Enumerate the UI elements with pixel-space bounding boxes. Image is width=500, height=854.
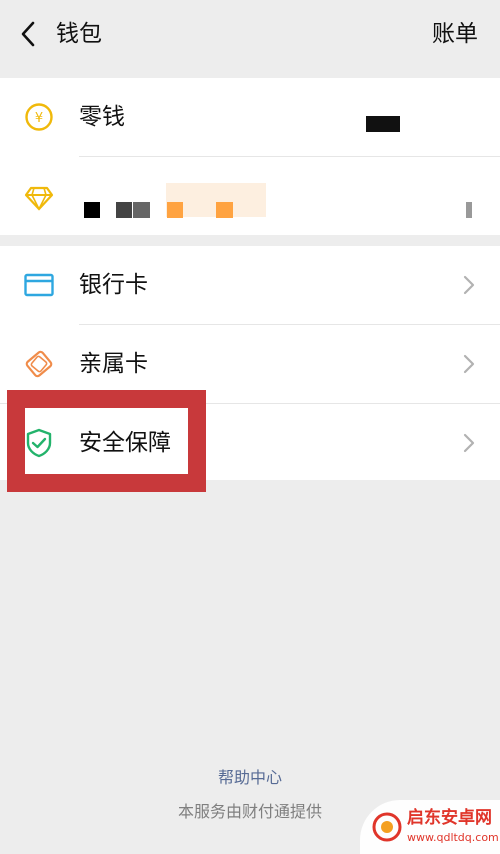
bank-card-label: 银行卡 bbox=[79, 272, 148, 298]
family-card-row[interactable]: 亲属卡 bbox=[0, 325, 500, 403]
security-label: 安全保障 bbox=[79, 430, 171, 456]
diamond-icon bbox=[24, 183, 54, 213]
points-row[interactable] bbox=[0, 157, 500, 235]
redacted-balance bbox=[366, 116, 400, 132]
nav-bar: 钱包 账单 bbox=[0, 0, 500, 72]
shield-check-icon bbox=[24, 428, 54, 458]
back-button[interactable] bbox=[14, 20, 42, 48]
family-card-label: 亲属卡 bbox=[79, 351, 148, 377]
bank-card-icon bbox=[24, 270, 54, 300]
chevron-right-icon bbox=[463, 275, 475, 295]
services-group: 银行卡 亲属卡 安全保障 bbox=[0, 246, 500, 480]
bill-button[interactable]: 账单 bbox=[432, 18, 478, 50]
change-row[interactable]: ¥ 零钱 bbox=[0, 78, 500, 156]
watermark-text: 启东安卓网 bbox=[407, 808, 492, 828]
redacted-block bbox=[466, 202, 472, 218]
redacted-block bbox=[116, 202, 132, 218]
bank-card-row[interactable]: 银行卡 bbox=[0, 246, 500, 324]
help-center-link[interactable]: 帮助中心 bbox=[0, 764, 500, 788]
page-title: 钱包 bbox=[56, 21, 102, 47]
watermark: 启东安卓网 www.qdltdq.com bbox=[360, 800, 500, 854]
watermark-logo-icon bbox=[372, 812, 402, 842]
redacted-block bbox=[84, 202, 100, 218]
redacted-block bbox=[133, 202, 150, 218]
watermark-url: www.qdltdq.com bbox=[407, 831, 499, 844]
security-row[interactable]: 安全保障 bbox=[0, 404, 500, 482]
family-card-icon bbox=[24, 349, 54, 379]
redacted-block bbox=[216, 202, 233, 218]
yen-coin-icon: ¥ bbox=[24, 102, 54, 132]
change-label: 零钱 bbox=[79, 104, 125, 130]
chevron-left-icon bbox=[21, 21, 35, 47]
chevron-right-icon bbox=[463, 354, 475, 374]
chevron-right-icon bbox=[463, 433, 475, 453]
svg-text:¥: ¥ bbox=[35, 111, 43, 126]
redacted-block bbox=[167, 202, 183, 218]
balance-group: ¥ 零钱 bbox=[0, 78, 500, 235]
